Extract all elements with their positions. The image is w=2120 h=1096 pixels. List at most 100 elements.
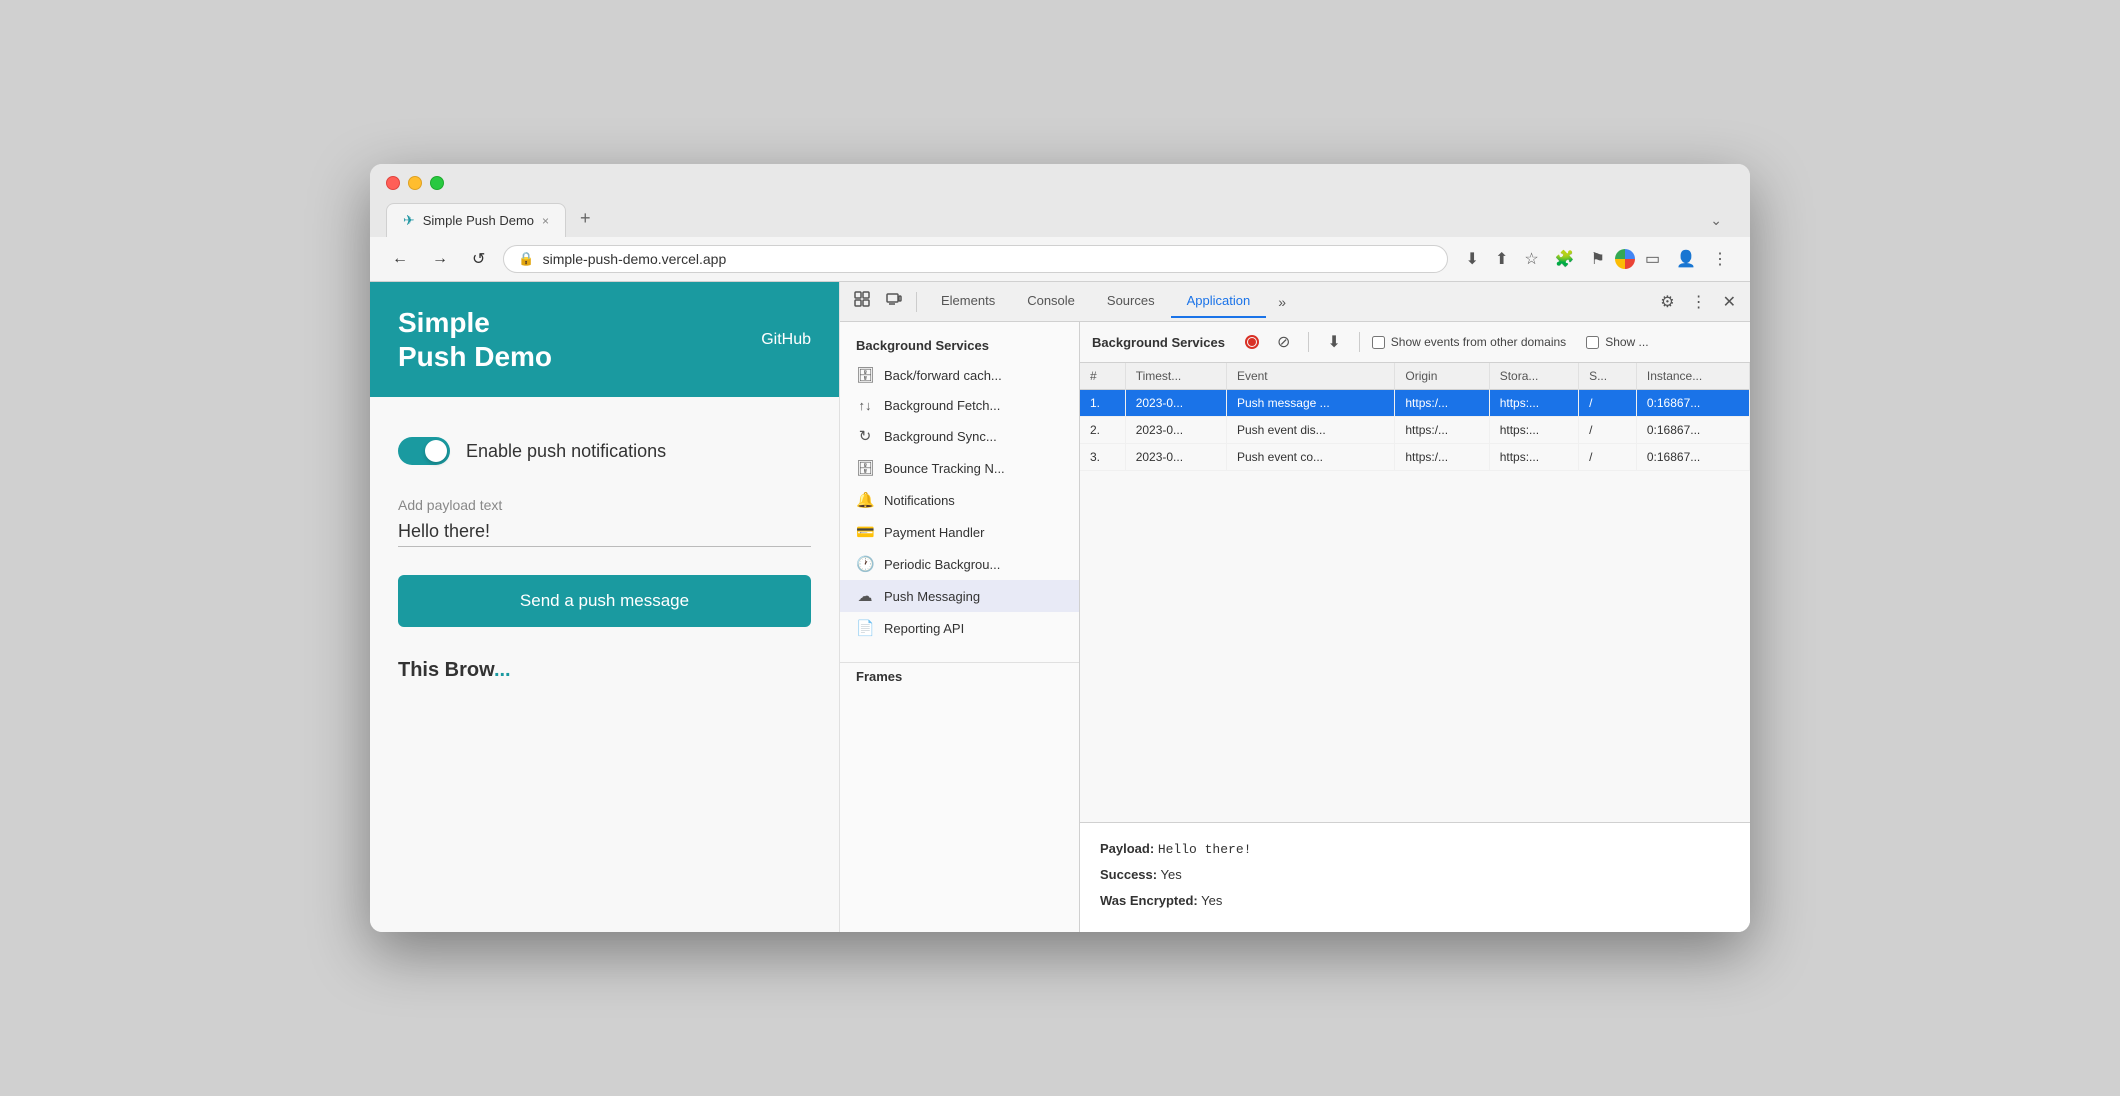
sidebar-item-payment-handler[interactable]: 💳 Payment Handler bbox=[840, 516, 1079, 548]
sidebar-item-background-fetch[interactable]: ↑↓ Background Fetch... bbox=[840, 391, 1079, 420]
download-button[interactable]: ⬇ bbox=[1321, 330, 1346, 354]
send-push-button[interactable]: Send a push message bbox=[398, 575, 811, 627]
flag-icon[interactable]: ⚑ bbox=[1585, 245, 1611, 273]
new-tab-button[interactable]: + bbox=[568, 200, 603, 237]
events-table: # Timest... Event Origin Stora... S... I… bbox=[1080, 363, 1750, 471]
tab-list-button[interactable]: ⌄ bbox=[1698, 204, 1734, 237]
payment-handler-icon: 💳 bbox=[856, 523, 874, 541]
detail-payload-value: Hello there! bbox=[1158, 842, 1252, 857]
sidebar-item-notifications[interactable]: 🔔 Notifications bbox=[840, 484, 1079, 516]
bookmark-icon[interactable]: ☆ bbox=[1518, 245, 1544, 273]
tab-sources[interactable]: Sources bbox=[1091, 285, 1171, 318]
bg-services-header-title: Background Services bbox=[1092, 335, 1225, 350]
site-header: Simple Push Demo GitHub bbox=[370, 282, 839, 397]
show-other-domains-checkbox[interactable] bbox=[1372, 336, 1385, 349]
devtools-right-icons: ⚙ ⋮ ✕ bbox=[1654, 286, 1742, 318]
maximize-window-button[interactable] bbox=[430, 176, 444, 190]
back-forward-icon: 🗄 bbox=[856, 366, 874, 384]
sidebar-item-back-forward[interactable]: 🗄 Back/forward cach... bbox=[840, 359, 1079, 391]
periodic-bg-icon: 🕐 bbox=[856, 555, 874, 573]
header-separator bbox=[1308, 332, 1309, 352]
col-storage: Stora... bbox=[1489, 363, 1578, 390]
show-more-checkbox[interactable] bbox=[1586, 336, 1599, 349]
notifications-icon: 🔔 bbox=[856, 491, 874, 509]
table-row[interactable]: 2. 2023-0... Push event dis... https:/..… bbox=[1080, 417, 1750, 444]
bounce-tracking-icon: 🗄 bbox=[856, 459, 874, 477]
sidebar-item-push-messaging[interactable]: ☁ Push Messaging bbox=[840, 580, 1079, 612]
tab-close-button[interactable]: × bbox=[542, 214, 549, 228]
toggle-knob bbox=[425, 440, 447, 462]
profile-icon[interactable]: 👤 bbox=[1670, 245, 1702, 273]
frames-section-title: Frames bbox=[840, 662, 1079, 690]
toolbar-separator bbox=[916, 292, 917, 312]
detail-encrypted-key: Was Encrypted: bbox=[1100, 893, 1198, 908]
title-bar: ✈ Simple Push Demo × + ⌄ bbox=[370, 164, 1750, 237]
share-icon[interactable]: ⬆ bbox=[1489, 245, 1514, 273]
show-more-label: Show ... bbox=[1605, 335, 1648, 349]
cell-event: Push message ... bbox=[1226, 390, 1394, 417]
tab-application[interactable]: Application bbox=[1171, 285, 1267, 318]
payload-input[interactable] bbox=[398, 521, 811, 547]
devtools-settings-button[interactable]: ⚙ bbox=[1654, 286, 1680, 318]
sidebar-item-background-sync[interactable]: ↻ Background Sync... bbox=[840, 420, 1079, 452]
toggle-label: Enable push notifications bbox=[466, 441, 666, 462]
clear-button[interactable]: ⊘ bbox=[1271, 330, 1296, 354]
sidebar-item-reporting-api[interactable]: 📄 Reporting API bbox=[840, 612, 1079, 644]
header-separator-2 bbox=[1359, 332, 1360, 352]
background-sync-icon: ↻ bbox=[856, 427, 874, 445]
tab-console[interactable]: Console bbox=[1011, 285, 1091, 318]
forward-button[interactable]: → bbox=[426, 246, 454, 272]
cell-timestamp: 2023-0... bbox=[1125, 390, 1226, 417]
col-num: # bbox=[1080, 363, 1125, 390]
detail-payload-row: Payload: Hello there! bbox=[1100, 839, 1730, 860]
detail-success-value: Yes bbox=[1160, 867, 1181, 882]
push-notifications-toggle[interactable] bbox=[398, 437, 450, 465]
col-event: Event bbox=[1226, 363, 1394, 390]
device-toolbar-button[interactable] bbox=[880, 285, 908, 318]
cell-s: / bbox=[1579, 417, 1637, 444]
push-messaging-icon: ☁ bbox=[856, 587, 874, 605]
devtools-more-button[interactable]: ⋮ bbox=[1685, 286, 1713, 318]
show-other-domains-label: Show events from other domains bbox=[1391, 335, 1566, 349]
site-title: Simple Push Demo bbox=[398, 306, 552, 373]
table-row[interactable]: 1. 2023-0... Push message ... https:/...… bbox=[1080, 390, 1750, 417]
browser-tab[interactable]: ✈ Simple Push Demo × bbox=[386, 203, 566, 237]
inspect-element-button[interactable] bbox=[848, 285, 876, 318]
lock-icon: 🔒 bbox=[518, 251, 534, 267]
payload-label: Add payload text bbox=[398, 497, 811, 513]
col-instance: Instance... bbox=[1636, 363, 1749, 390]
tab-title: Simple Push Demo bbox=[423, 213, 534, 228]
minimize-window-button[interactable] bbox=[408, 176, 422, 190]
tabs-row: ✈ Simple Push Demo × + ⌄ bbox=[386, 200, 1734, 237]
devtools-main-area: Background Services 🗄 Back/forward cach.… bbox=[840, 322, 1750, 932]
devtools-content-area: Background Services ⊘ ⬇ Show events from… bbox=[1080, 322, 1750, 932]
close-window-button[interactable] bbox=[386, 176, 400, 190]
reload-button[interactable]: ↺ bbox=[466, 245, 491, 273]
navigation-bar: ← → ↺ 🔒 ⬇ ⬆ ☆ 🧩 ⚑ ▭ 👤 ⋮ bbox=[370, 237, 1750, 282]
tab-elements[interactable]: Elements bbox=[925, 285, 1011, 318]
github-link[interactable]: GitHub bbox=[761, 331, 811, 349]
cell-event: Push event dis... bbox=[1226, 417, 1394, 444]
extensions-icon[interactable]: 🧩 bbox=[1549, 245, 1581, 273]
more-tabs-button[interactable]: » bbox=[1270, 288, 1294, 316]
address-input[interactable] bbox=[543, 251, 1433, 267]
table-header: # Timest... Event Origin Stora... S... I… bbox=[1080, 363, 1750, 390]
cell-instance: 0:16867... bbox=[1636, 390, 1749, 417]
sidebar-icon[interactable]: ▭ bbox=[1639, 245, 1666, 273]
devtools-close-button[interactable]: ✕ bbox=[1717, 286, 1742, 318]
back-button[interactable]: ← bbox=[386, 246, 414, 272]
cell-timestamp: 2023-0... bbox=[1125, 417, 1226, 444]
more-options-button[interactable]: ⋮ bbox=[1706, 245, 1734, 273]
sidebar-item-bounce-tracking[interactable]: 🗄 Bounce Tracking N... bbox=[840, 452, 1079, 484]
cell-num: 1. bbox=[1080, 390, 1125, 417]
cell-storage: https:... bbox=[1489, 417, 1578, 444]
main-content: Simple Push Demo GitHub Enable push noti… bbox=[370, 282, 1750, 932]
record-button[interactable] bbox=[1241, 331, 1263, 353]
address-bar[interactable]: 🔒 bbox=[503, 245, 1447, 273]
download-icon[interactable]: ⬇ bbox=[1460, 245, 1485, 273]
table-row[interactable]: 3. 2023-0... Push event co... https:/...… bbox=[1080, 444, 1750, 471]
cell-event: Push event co... bbox=[1226, 444, 1394, 471]
cell-origin: https:/... bbox=[1395, 444, 1489, 471]
sidebar-item-periodic-background[interactable]: 🕐 Periodic Backgrou... bbox=[840, 548, 1079, 580]
devtools-toolbar: Elements Console Sources Application » ⚙… bbox=[840, 282, 1750, 322]
